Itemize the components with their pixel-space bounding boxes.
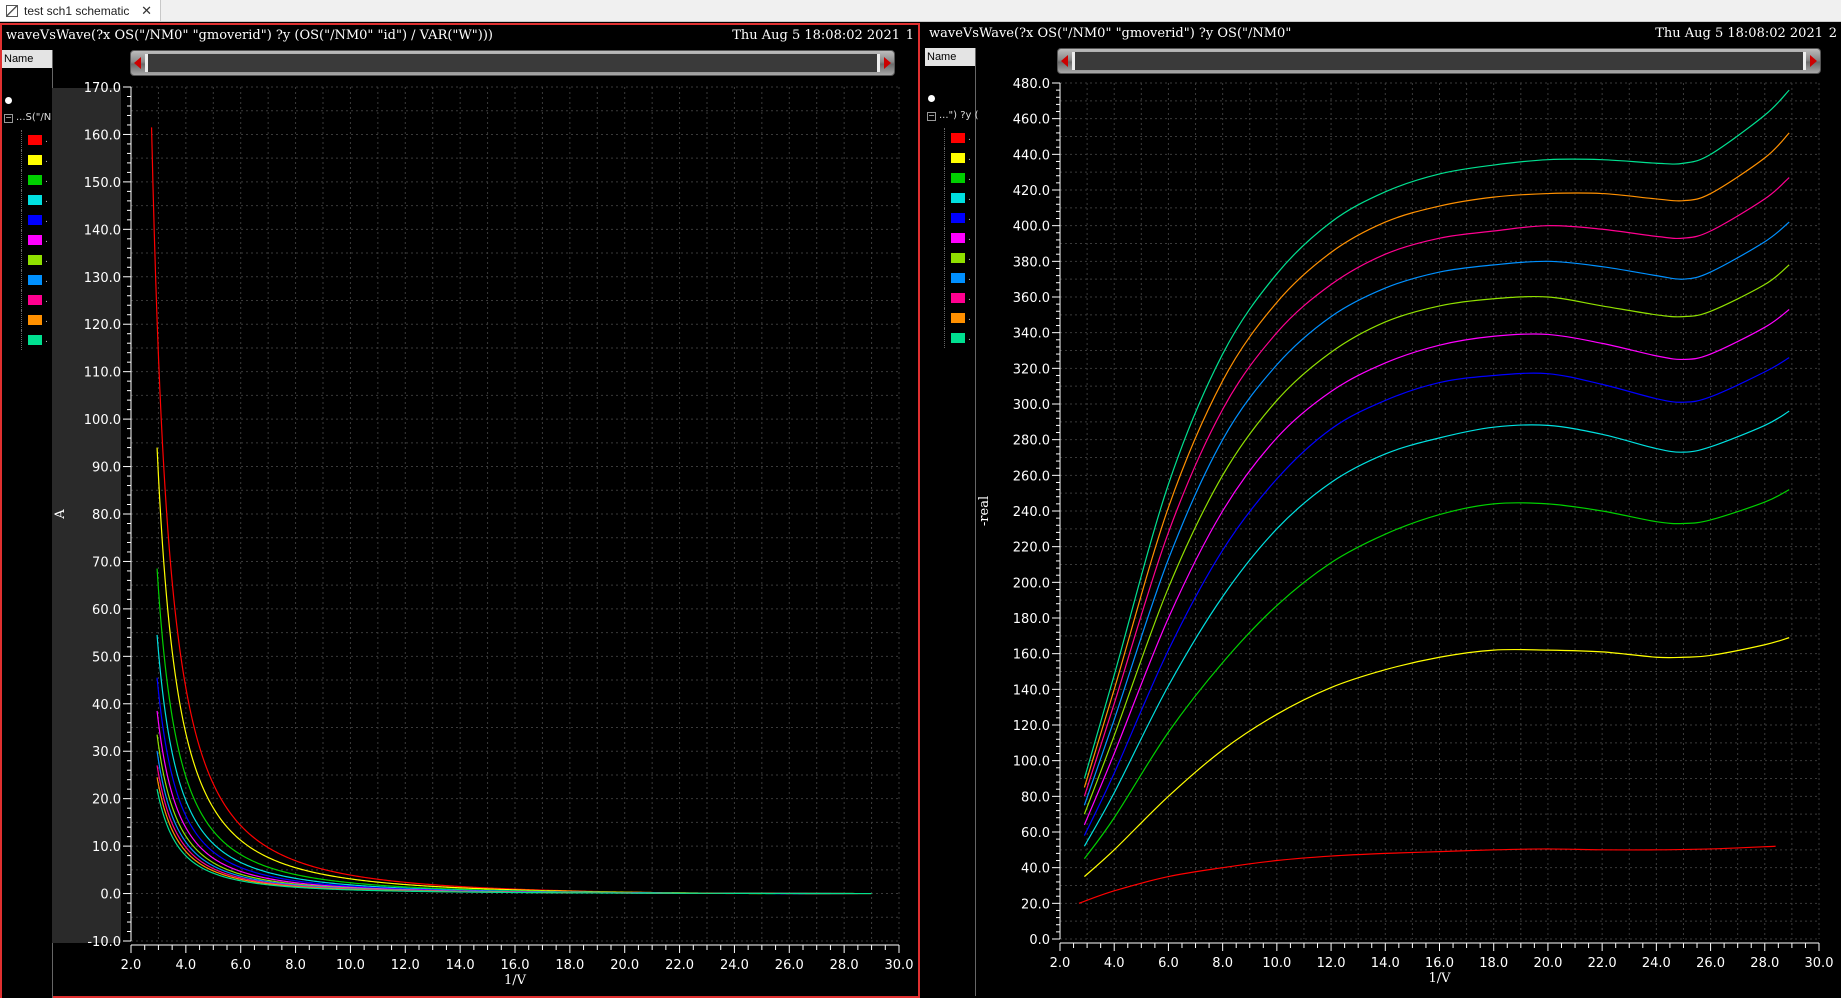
x-tick-label: 6.0 [230, 958, 251, 973]
x-tick-label: 20.0 [610, 958, 639, 973]
y-tick-label: 460.0 [1013, 113, 1050, 128]
y-tick-label: 400.0 [1013, 220, 1050, 235]
y-tick-label: 120.0 [1013, 719, 1050, 734]
x-tick-label: 10.0 [1262, 956, 1291, 971]
x-tick-label: 12.0 [1317, 956, 1346, 971]
x-tick-label: 24.0 [720, 958, 749, 973]
y-tick-label: 110.0 [84, 366, 121, 381]
y-tick-label: -10.0 [87, 935, 121, 950]
y-axis-label: -real [977, 496, 992, 526]
y-tick-label: 260.0 [1013, 469, 1050, 484]
series-trace [156, 568, 776, 895]
y-tick-label: 160.0 [84, 128, 121, 143]
y-tick-label: 380.0 [1013, 255, 1050, 270]
y-tick-label: 180.0 [1013, 612, 1050, 627]
y-tick-label: 80.0 [1021, 790, 1050, 805]
close-icon[interactable]: ✕ [141, 3, 152, 19]
x-tick-label: 20.0 [1533, 956, 1562, 971]
x-tick-label: 4.0 [176, 958, 197, 973]
y-tick-label: 300.0 [1013, 398, 1050, 413]
chart-1[interactable]: 2.0 4.0 6.0 8.0 10.0 12.0 14.0 16.0 18.0 20.0 22.0… [2, 25, 918, 996]
x-tick-label: 16.0 [1425, 956, 1454, 971]
y-tick-label: 170.0 [84, 81, 121, 96]
y-tick-label: 20.0 [1021, 897, 1050, 912]
y-tick-label: 20.0 [92, 793, 121, 808]
x-tick-label: 24.0 [1642, 956, 1671, 971]
y-tick-label: 0.0 [100, 888, 121, 903]
graph-window-1[interactable]: waveVsWave(?x OS("/NM0" "gmoverid") ?y (… [0, 23, 920, 998]
x-tick-label: 18.0 [555, 958, 584, 973]
y-tick-label: 10.0 [92, 840, 121, 855]
graph-window-2[interactable]: waveVsWave(?x OS("/NM0" "gmoverid") ?y O… [925, 23, 1841, 998]
series-trace [150, 127, 735, 895]
series-trace [156, 710, 817, 895]
x-tick-label: 10.0 [336, 958, 365, 973]
y-tick-label: 60.0 [92, 603, 121, 618]
series-trace [1083, 308, 1790, 826]
x-tick-label: 22.0 [665, 958, 694, 973]
y-tick-label: 100.0 [84, 413, 121, 428]
y-tick-label: 320.0 [1013, 362, 1050, 377]
x-axis-label: 1/V [1428, 971, 1451, 986]
x-tick-label: 26.0 [775, 958, 804, 973]
y-tick-label: 440.0 [1013, 148, 1050, 163]
y-tick-label: 70.0 [92, 555, 121, 570]
x-tick-label: 4.0 [1104, 956, 1125, 971]
tab-bar: test sch1 schematic ✕ [0, 0, 1841, 22]
y-tick-label: 120.0 [84, 318, 121, 333]
series-trace [156, 634, 790, 895]
y-tick-label: 80.0 [92, 508, 121, 523]
series-trace [1078, 845, 1776, 904]
x-tick-label: 22.0 [1588, 956, 1617, 971]
y-tick-label: 220.0 [1013, 541, 1050, 556]
y-tick-label: 30.0 [92, 745, 121, 760]
chart-2[interactable]: 2.0 4.0 6.0 8.0 10.0 12.0 14.0 16.0 18.0 20.0 22.0… [925, 23, 1841, 998]
x-tick-label: 2.0 [121, 958, 142, 973]
x-tick-label: 28.0 [830, 958, 859, 973]
x-tick-label: 12.0 [391, 958, 420, 973]
y-tick-label: 420.0 [1013, 184, 1050, 199]
x-tick-label: 6.0 [1158, 956, 1179, 971]
y-tick-label: 200.0 [1013, 576, 1050, 591]
y-tick-label: 140.0 [84, 223, 121, 238]
y-tick-label: 160.0 [1013, 648, 1050, 663]
y-tick-label: 90.0 [92, 461, 121, 476]
y-tick-label: 150.0 [84, 176, 121, 191]
x-tick-label: 30.0 [885, 958, 914, 973]
schematic-icon [6, 4, 18, 17]
y-axis-label: A [53, 509, 68, 520]
x-tick-label: 8.0 [1212, 956, 1233, 971]
y-tick-label: 40.0 [92, 698, 121, 713]
y-tick-label: 240.0 [1013, 505, 1050, 520]
tab-label: test sch1 schematic [24, 3, 130, 18]
x-tick-label: 2.0 [1050, 956, 1071, 971]
x-tick-label: 14.0 [1371, 956, 1400, 971]
x-tick-label: 28.0 [1750, 956, 1779, 971]
y-tick-label: 480.0 [1013, 77, 1050, 92]
y-tick-label: 130.0 [84, 271, 121, 286]
y-tick-label: 60.0 [1021, 826, 1050, 841]
x-tick-label: 14.0 [446, 958, 475, 973]
x-tick-label: 26.0 [1696, 956, 1725, 971]
x-axis-label: 1/V [504, 973, 527, 988]
y-tick-label: 340.0 [1013, 327, 1050, 342]
y-tick-label: 360.0 [1013, 291, 1050, 306]
y-tick-label: 280.0 [1013, 434, 1050, 449]
y-tick-label: 50.0 [92, 650, 121, 665]
y-tick-label: 0.0 [1029, 933, 1050, 948]
x-tick-label: 18.0 [1479, 956, 1508, 971]
y-tick-label: 100.0 [1013, 755, 1050, 770]
series-trace [156, 777, 872, 895]
x-tick-label: 30.0 [1805, 956, 1834, 971]
y-tick-label: 140.0 [1013, 683, 1050, 698]
tab-test-sch1-schematic[interactable]: test sch1 schematic ✕ [0, 0, 161, 21]
x-tick-label: 16.0 [501, 958, 530, 973]
x-tick-label: 8.0 [285, 958, 306, 973]
y-tick-label: 40.0 [1021, 862, 1050, 877]
